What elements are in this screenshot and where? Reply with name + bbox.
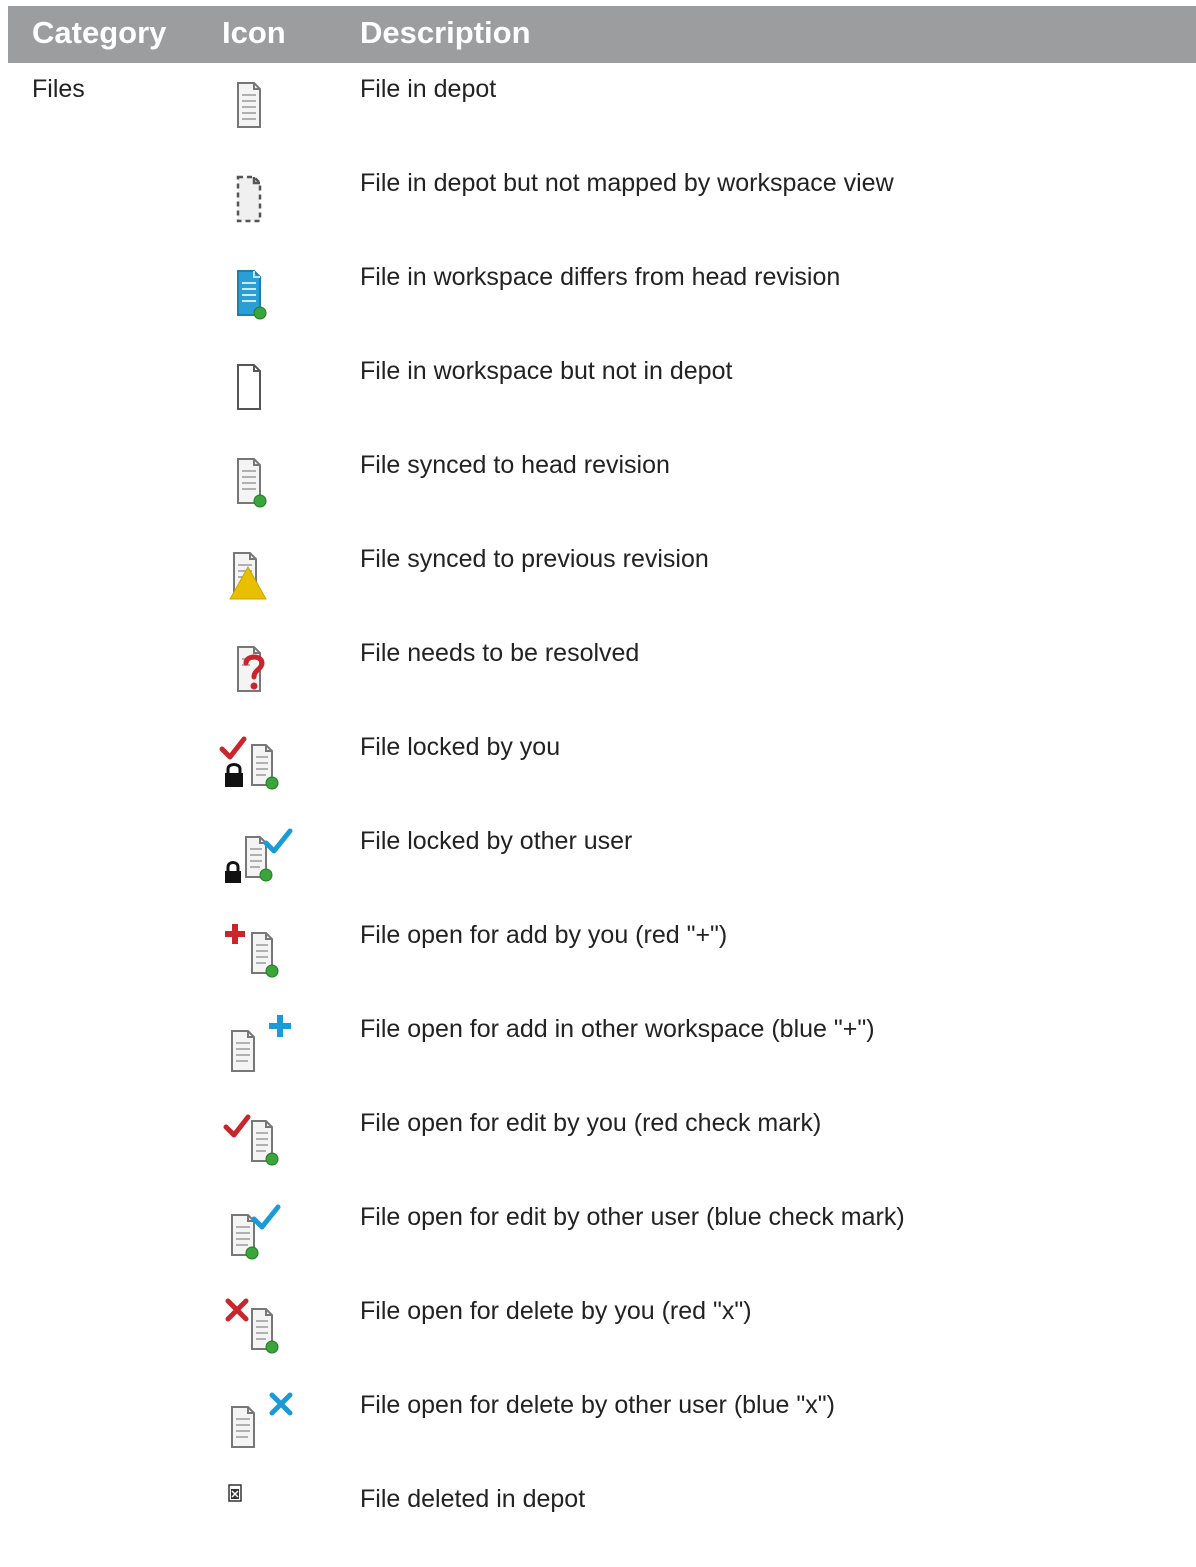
table-row: File deleted in depot	[8, 1473, 1196, 1567]
file-delete-by-you-icon	[214, 1295, 294, 1355]
description-cell: File synced to previous revision	[360, 545, 709, 573]
description-cell: File open for delete by you (red "x")	[360, 1297, 752, 1325]
table-row: File in workspace but not in depot	[8, 345, 1196, 439]
description-cell: File locked by you	[360, 733, 561, 761]
header-icon: Icon	[222, 15, 286, 50]
file-unmapped-icon	[214, 167, 294, 227]
category-cell: Files	[32, 75, 85, 103]
table-row: File open for edit by you (red check mar…	[8, 1097, 1196, 1191]
file-differs-icon	[214, 261, 294, 321]
description-cell: File in workspace but not in depot	[360, 357, 733, 385]
file-locked-by-you-icon	[214, 731, 294, 791]
table-row: File locked by you	[8, 721, 1196, 815]
file-synced-head-icon	[214, 449, 294, 509]
table-row: File open for delete by you (red "x")	[8, 1285, 1196, 1379]
icon-legend-table: Category Icon Description Files File in …	[8, 6, 1196, 1567]
description-cell: File needs to be resolved	[360, 639, 640, 667]
table-row: File open for add in other workspace (bl…	[8, 1003, 1196, 1097]
description-cell: File open for edit by other user (blue c…	[360, 1203, 905, 1231]
file-needs-resolve-icon	[214, 637, 294, 697]
file-synced-previous-icon	[214, 543, 294, 603]
header-description: Description	[360, 15, 531, 50]
table-row: File needs to be resolved	[8, 627, 1196, 721]
description-cell: File synced to head revision	[360, 451, 670, 479]
table-row: File synced to previous revision	[8, 533, 1196, 627]
table-body: Files File in depot File in depot but no…	[8, 63, 1196, 1567]
description-cell: File open for delete by other user (blue…	[360, 1391, 835, 1419]
file-edit-by-you-icon	[214, 1107, 294, 1167]
table-row: File in workspace differs from head revi…	[8, 251, 1196, 345]
file-not-in-depot-icon	[214, 355, 294, 415]
file-deleted-icon	[214, 1483, 294, 1543]
description-cell: File deleted in depot	[360, 1485, 586, 1513]
description-cell: File open for edit by you (red check mar…	[360, 1109, 822, 1137]
table-row: File open for edit by other user (blue c…	[8, 1191, 1196, 1285]
description-cell: File locked by other user	[360, 827, 633, 855]
description-cell: File in depot but not mapped by workspac…	[360, 169, 894, 197]
table-header: Category Icon Description	[8, 6, 1196, 63]
file-in-depot-icon	[214, 73, 294, 133]
table-row: File open for add by you (red "+")	[8, 909, 1196, 1003]
description-cell: File in workspace differs from head revi…	[360, 263, 841, 291]
table-row: File synced to head revision	[8, 439, 1196, 533]
file-add-by-you-icon	[214, 919, 294, 979]
file-delete-other-icon	[214, 1389, 294, 1449]
table-row: File open for delete by other user (blue…	[8, 1379, 1196, 1473]
description-cell: File in depot	[360, 75, 497, 103]
table-row: File in depot but not mapped by workspac…	[8, 157, 1196, 251]
file-locked-by-other-icon	[214, 825, 294, 885]
header-category: Category	[32, 15, 167, 50]
table-row: Files File in depot	[8, 63, 1196, 157]
file-add-other-icon	[214, 1013, 294, 1073]
description-cell: File open for add by you (red "+")	[360, 921, 728, 949]
description-cell: File open for add in other workspace (bl…	[360, 1015, 875, 1043]
table-row: File locked by other user	[8, 815, 1196, 909]
file-edit-other-icon	[214, 1201, 294, 1261]
